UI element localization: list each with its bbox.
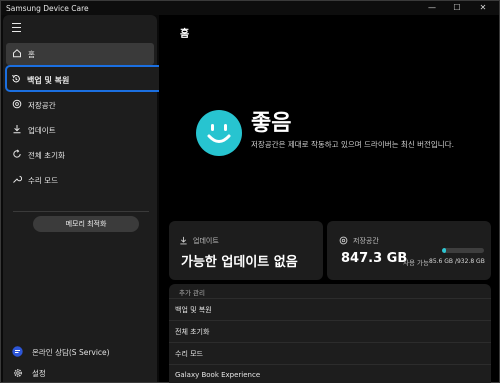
app-window: Samsung Device Care — ☐ ✕ 홈 백업 및 복원 저장공간… (0, 0, 500, 383)
extra-item-galaxy-book-experience[interactable]: Galaxy Book Experience (169, 364, 491, 383)
update-card[interactable]: 업데이트 가능한 업데이트 없음 (169, 221, 323, 280)
sidebar-item-label: 수리 모드 (28, 176, 58, 185)
sidebar-item-home[interactable]: 홈 (6, 43, 154, 65)
sidebar-divider (13, 211, 149, 212)
sidebar-item-online-support[interactable]: 온라인 상담(S Service) (6, 343, 154, 361)
backup-restore-icon (12, 75, 20, 83)
chat-icon (12, 346, 23, 357)
sidebar-item-label: 저장공간 (28, 101, 56, 110)
home-icon (13, 49, 21, 58)
sidebar-item-label: 백업 및 복원 (27, 76, 70, 85)
wrench-icon (13, 175, 22, 183)
update-status-value: 가능한 업데이트 없음 (181, 255, 298, 270)
extra-management-section: 추가 관리 백업 및 복원 전체 초기화 수리 모드 Galaxy Book E… (169, 284, 491, 383)
close-button[interactable]: ✕ (470, 2, 496, 14)
app-title: Samsung Device Care (6, 4, 89, 13)
storage-card-title: 저장공간 (353, 237, 379, 245)
extra-item-full-reset[interactable]: 전체 초기화 (169, 320, 491, 341)
sidebar-item-label: 업데이트 (28, 126, 56, 135)
hamburger-menu-icon[interactable] (10, 20, 24, 34)
sidebar-item-label: 전체 초기화 (28, 151, 65, 160)
update-card-title: 업데이트 (193, 237, 219, 245)
storage-card[interactable]: 저장공간 847.3 GB 사용 가능 85.6 GB /932.8 GB (327, 221, 491, 280)
storage-detail: 85.6 GB /932.8 GB (429, 258, 485, 265)
sidebar-item-full-reset[interactable]: 전체 초기화 (6, 144, 154, 166)
gear-icon (14, 369, 22, 377)
storage-usage-bar (442, 248, 484, 253)
extra-item-repair-mode[interactable]: 수리 모드 (169, 342, 491, 363)
sidebar-item-settings[interactable]: 설정 (6, 364, 154, 382)
download-icon (180, 236, 187, 245)
sidebar-item-label: 홈 (28, 50, 35, 59)
memory-optimize-button[interactable]: 메모리 최적화 (33, 216, 139, 232)
storage-available-label: 사용 가능 (403, 259, 429, 267)
status-headline: 좋음 (251, 111, 292, 136)
download-icon (13, 125, 21, 134)
sidebar-item-storage[interactable]: 저장공간 (6, 94, 154, 116)
minimize-button[interactable]: — (419, 2, 445, 14)
storage-usage-bar-fill (442, 248, 446, 253)
storage-free-value: 847.3 GB (341, 251, 408, 266)
sidebar: 홈 백업 및 복원 저장공간 업데이트 전체 초기화 수리 모드 메모리 최적화… (3, 15, 175, 382)
extra-item-backup-restore[interactable]: 백업 및 복원 (169, 298, 491, 319)
sidebar-item-label: 설정 (32, 369, 46, 378)
sidebar-item-label: 온라인 상담(S Service) (32, 348, 110, 357)
extra-item-label: 수리 모드 (175, 350, 203, 358)
extra-management-header: 추가 관리 (179, 289, 205, 297)
storage-icon (12, 99, 22, 109)
extra-item-label: Galaxy Book Experience (175, 371, 261, 379)
sidebar-item-backup-restore[interactable]: 백업 및 복원 (5, 65, 175, 92)
page-title: 홈 (180, 29, 190, 40)
reset-icon (13, 149, 21, 158)
sidebar-item-update[interactable]: 업데이트 (6, 119, 154, 141)
storage-icon (339, 236, 348, 245)
maximize-button[interactable]: ☐ (444, 2, 470, 14)
extra-item-label: 백업 및 복원 (175, 306, 212, 314)
smiley-face-icon (196, 110, 242, 156)
status-description: 저장공간은 제대로 작동하고 있으며 드라이버는 최신 버전입니다. (251, 140, 454, 149)
extra-item-label: 전체 초기화 (175, 328, 210, 336)
sidebar-item-repair-mode[interactable]: 수리 모드 (6, 169, 154, 191)
title-bar: Samsung Device Care — ☐ ✕ (1, 1, 499, 15)
